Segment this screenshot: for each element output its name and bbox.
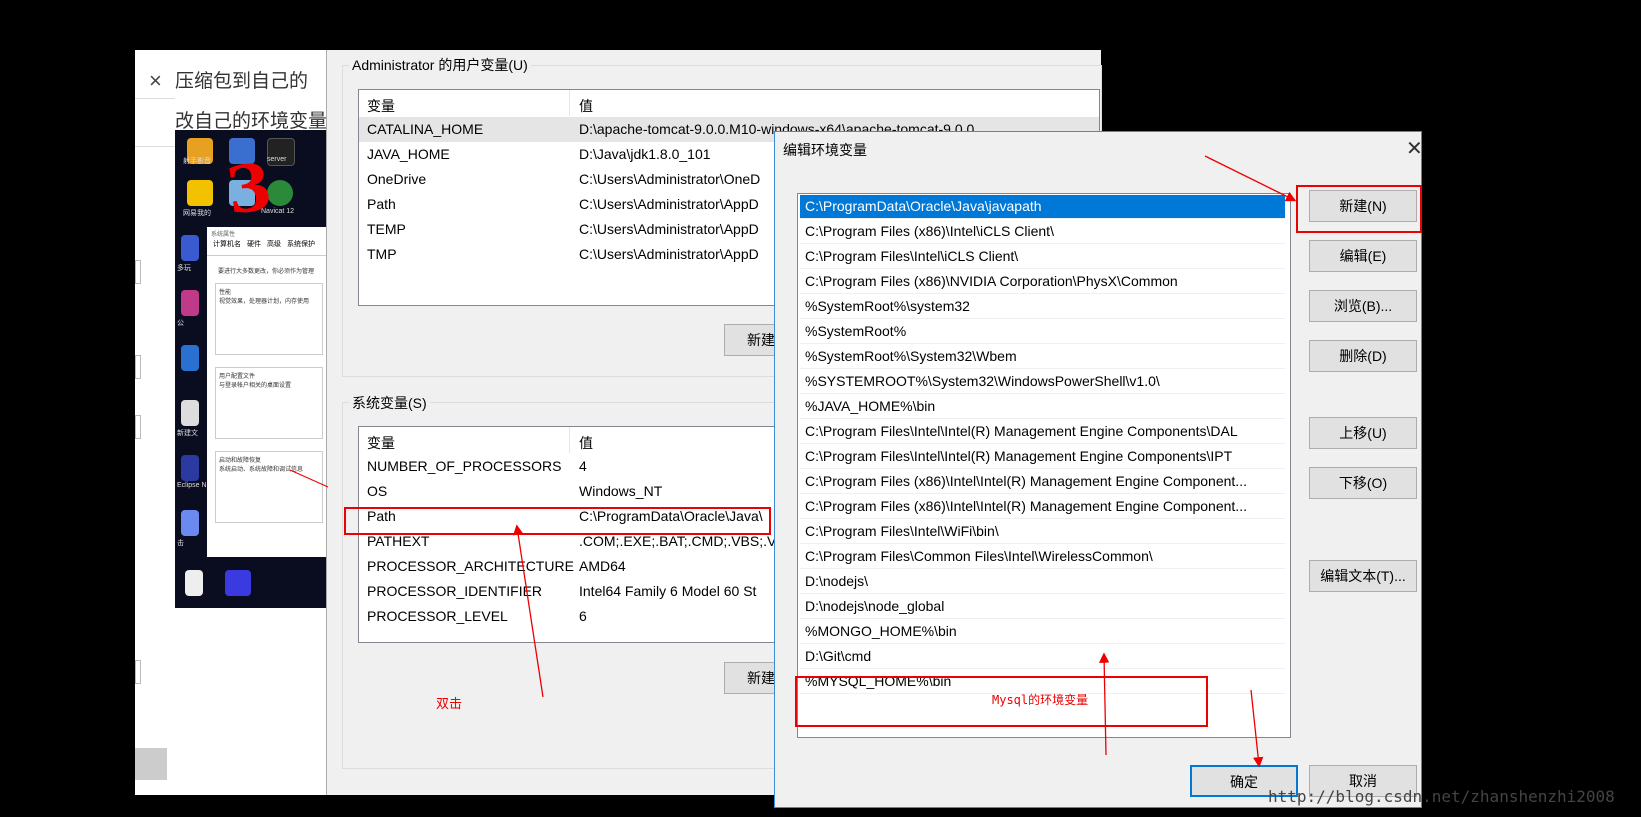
arrow-to-mysql <box>1098 652 1110 756</box>
arrow-to-new-button <box>1204 155 1297 202</box>
watermark: http://blog.csdn.net/zhanshenzhi2008 <box>1268 787 1615 806</box>
arrow-to-path <box>513 524 544 698</box>
annotation-arrows <box>289 155 1297 768</box>
arrow-fragment <box>289 469 329 488</box>
arrow-to-ok <box>1250 689 1264 768</box>
